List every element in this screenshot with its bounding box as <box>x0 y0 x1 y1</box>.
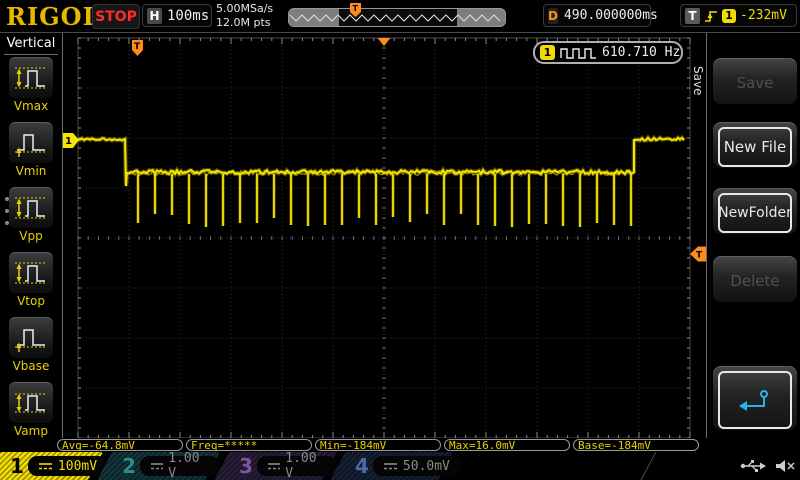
memory-depth: 12.0M pts <box>216 16 273 30</box>
measurement-freq: Freq=***** <box>186 439 312 451</box>
menu-item-vmin[interactable]: Vmin <box>0 122 62 178</box>
waveform-preview-bar: T <box>288 8 506 27</box>
measurement-max: Max=16.0mV <box>444 439 570 451</box>
delay-value: 490.000000ms <box>564 8 658 23</box>
save-menu: Save New File NewFolder Delete <box>706 32 800 448</box>
channel-4-status[interactable]: 4 50.0mV <box>330 452 453 480</box>
rising-edge-icon <box>704 8 718 24</box>
vpp-icon <box>13 193 49 223</box>
measurement-base: Base=-184mV <box>573 439 699 451</box>
trigger-source-badge: 1 <box>722 9 736 23</box>
channel-status-bar: 1 100mV 2 1.00 V 3 <box>0 452 800 480</box>
page-dot <box>5 209 9 213</box>
delay-label: D <box>548 8 558 24</box>
dc-coupling-icon <box>38 461 53 471</box>
horizontal-delay: D 490.000000ms <box>543 4 651 27</box>
menu-item-vpp[interactable]: Vpp <box>0 187 62 243</box>
menu-item-vmax[interactable]: Vmax <box>0 57 62 113</box>
channel-2-status[interactable]: 2 1.00 V <box>97 452 220 480</box>
menu-item-vtop[interactable]: Vtop <box>0 252 62 308</box>
trigger-level-value: -232mV <box>740 8 787 23</box>
trigger-info: T 1 -232mV <box>680 4 797 27</box>
channel-badge: 1 <box>540 45 555 60</box>
measurement-min: Min=-184mV <box>315 439 441 451</box>
sample-rate: 5.00MSa/s <box>216 2 273 16</box>
page-dot <box>5 197 9 201</box>
usb-icon <box>740 459 766 473</box>
timebase-value: 100ms <box>167 8 209 24</box>
menu-item-vamp[interactable]: Vamp <box>0 382 62 438</box>
top-status-bar: RIGOL STOP H 100ms 5.00MSa/s 12.0M pts T… <box>0 0 800 33</box>
measurement-bar: Avg=-64.8mV Freq=***** Min=-184mV Max=16… <box>0 438 800 452</box>
acquisition-info: 5.00MSa/s 12.0M pts <box>216 2 273 30</box>
return-arrow-icon <box>736 387 774 413</box>
horizontal-timebase: H 100ms <box>142 4 212 27</box>
vmin-icon <box>13 128 49 158</box>
rigol-logo: RIGOL <box>6 2 100 31</box>
vtop-icon <box>13 258 49 288</box>
run-state-indicator: STOP <box>92 4 140 29</box>
delete-button[interactable]: Delete <box>713 256 797 302</box>
svg-text:T: T <box>353 4 359 13</box>
dc-coupling-icon <box>383 461 398 471</box>
vamp-icon <box>13 388 49 418</box>
back-button[interactable] <box>713 366 797 430</box>
frequency-counter: 1 610.710 Hz <box>533 41 683 64</box>
square-wave-icon <box>560 46 597 60</box>
save-button[interactable]: Save <box>713 58 797 104</box>
svg-text:1: 1 <box>65 136 72 147</box>
horizontal-label: H <box>147 8 162 24</box>
vmax-icon <box>13 63 49 93</box>
waveform-display: 1TT <box>0 0 800 480</box>
svg-text:T: T <box>696 251 703 261</box>
new-folder-button[interactable]: NewFolder <box>713 188 797 234</box>
speaker-muted-icon <box>774 458 796 474</box>
trigger-label: T <box>685 8 700 24</box>
channel-3-status[interactable]: 3 1.00 V <box>214 452 337 480</box>
svg-text:T: T <box>134 42 141 52</box>
measurement-avg: Avg=-64.8mV <box>57 439 183 451</box>
status-icons <box>740 455 796 477</box>
new-file-button[interactable]: New File <box>713 122 797 168</box>
menu-item-vbase[interactable]: Vbase <box>0 317 62 373</box>
menu-title: Vertical <box>4 36 58 55</box>
page-dot <box>5 221 9 225</box>
frequency-value: 610.710 Hz <box>602 45 680 60</box>
menu-tab-save: Save <box>690 55 705 107</box>
dc-coupling-icon <box>150 461 163 471</box>
vbase-icon <box>13 323 49 353</box>
channel-1-status[interactable]: 1 100mV <box>0 452 103 480</box>
dc-coupling-icon <box>267 461 280 471</box>
vertical-measure-menu: Vertical Vmax Vmin Vpp <box>0 32 63 448</box>
